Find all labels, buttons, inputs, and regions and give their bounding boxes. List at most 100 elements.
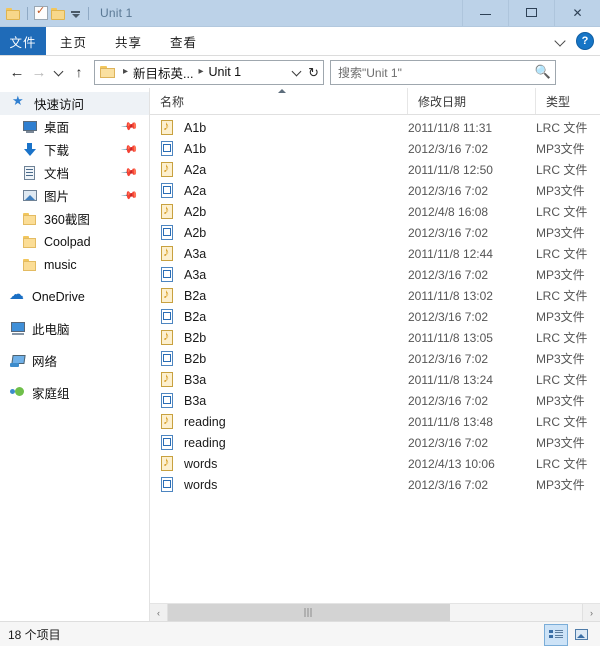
chevron-down-icon[interactable] [554, 34, 568, 48]
properties-icon[interactable] [34, 4, 48, 20]
table-row[interactable]: B2a 2011/11/8 13:02 LRC 文件 [150, 285, 600, 306]
help-icon[interactable]: ? [576, 32, 594, 50]
documents-icon [22, 165, 42, 181]
horizontal-scrollbar[interactable]: ‹ › [150, 603, 600, 621]
table-row[interactable]: words 2012/4/13 10:06 LRC 文件 [150, 453, 600, 474]
sidebar-item-this-pc[interactable]: 此电脑 [0, 317, 149, 340]
large-icons-view-icon[interactable] [570, 624, 594, 646]
column-header-name[interactable]: 名称 [150, 88, 408, 114]
tab-home[interactable]: 主页 [46, 27, 101, 55]
table-row[interactable]: B2b 2011/11/8 13:05 LRC 文件 [150, 327, 600, 348]
customize-caret-icon[interactable] [69, 7, 82, 20]
cloud-icon [9, 285, 30, 305]
breadcrumb-separator-1: ▸ [123, 66, 129, 77]
window-title: Unit 1 [100, 6, 133, 20]
sidebar-item-quick-access[interactable]: 快速访问 [0, 92, 149, 115]
file-date-cell: 2012/3/16 7:02 [408, 141, 489, 156]
minimize-button[interactable] [462, 0, 508, 26]
scrollbar-thumb[interactable] [168, 604, 450, 621]
table-row[interactable]: A1b 2012/3/16 7:02 MP3文件 [150, 138, 600, 159]
table-row[interactable]: A3a 2011/11/8 12:44 LRC 文件 [150, 243, 600, 264]
sidebar-item-label: 图片 [44, 190, 70, 204]
table-row[interactable]: reading 2011/11/8 13:48 LRC 文件 [150, 411, 600, 432]
pin-icon[interactable]: 📌 [121, 163, 140, 182]
status-bar: 18 个项目 [0, 621, 600, 646]
file-type-cell: LRC 文件 [536, 163, 588, 177]
mp3-file-icon [160, 224, 180, 241]
file-name-cell: B2b [150, 327, 408, 346]
search-input[interactable]: 搜索"Unit 1" [331, 64, 531, 81]
tab-share[interactable]: 共享 [101, 27, 156, 55]
navigation-pane: 快速访问 桌面 📌 下载 📌 文档 📌 图片 📌 [0, 88, 150, 621]
table-row[interactable]: A2b 2012/3/16 7:02 MP3文件 [150, 222, 600, 243]
folder-icon[interactable] [6, 7, 21, 20]
pin-icon[interactable]: 📌 [121, 140, 140, 159]
column-header-date[interactable]: 修改日期 [408, 88, 536, 114]
desktop-icon [22, 119, 42, 135]
file-name-label: A1b [184, 141, 207, 156]
sidebar-item-homegroup[interactable]: 家庭组 [0, 381, 149, 404]
pin-icon[interactable]: 📌 [121, 186, 140, 205]
pin-icon[interactable]: 📌 [121, 117, 140, 136]
table-row[interactable]: A2b 2012/4/8 16:08 LRC 文件 [150, 201, 600, 222]
file-date-cell: 2011/11/8 13:48 [408, 414, 493, 429]
forward-button[interactable]: → [28, 60, 50, 84]
sidebar-item-desktop[interactable]: 桌面 📌 [0, 115, 149, 138]
sidebar-item-coolpad[interactable]: Coolpad [0, 230, 149, 253]
sidebar-item-music[interactable]: music [0, 253, 149, 276]
search-icon[interactable]: 🔍 [531, 64, 555, 80]
back-icon: ← [9, 63, 25, 81]
file-type-cell: LRC 文件 [536, 457, 588, 471]
sidebar-item-label: OneDrive [32, 289, 85, 304]
table-row[interactable]: reading 2012/3/16 7:02 MP3文件 [150, 432, 600, 453]
address-dropdown-icon[interactable] [290, 63, 304, 81]
table-row[interactable]: A2a 2011/11/8 12:50 LRC 文件 [150, 159, 600, 180]
sidebar-item-network[interactable]: 网络 [0, 349, 149, 372]
maximize-button[interactable] [508, 0, 554, 26]
recent-locations-icon[interactable] [50, 60, 68, 84]
file-name-cell: A2a [150, 182, 408, 199]
folder-icon [22, 234, 42, 250]
file-date-cell: 2012/3/16 7:02 [408, 183, 489, 198]
column-header-row: 名称 修改日期 类型 [150, 88, 600, 115]
search-box[interactable]: 搜索"Unit 1" 🔍 [330, 59, 556, 85]
file-date-cell: 2011/11/8 13:24 [408, 372, 493, 387]
tab-view[interactable]: 查看 [156, 27, 211, 55]
scrollbar-track[interactable] [168, 604, 582, 621]
file-name-label: A2b [184, 225, 207, 240]
table-row[interactable]: A1b 2011/11/8 11:31 LRC 文件 [150, 117, 600, 138]
table-row[interactable]: B2a 2012/3/16 7:02 MP3文件 [150, 306, 600, 327]
sidebar-item-label: 此电脑 [32, 323, 70, 337]
table-row[interactable]: A2a 2012/3/16 7:02 MP3文件 [150, 180, 600, 201]
close-button[interactable] [554, 0, 600, 26]
lrc-file-icon [160, 117, 180, 136]
table-row[interactable]: B2b 2012/3/16 7:02 MP3文件 [150, 348, 600, 369]
up-button[interactable]: ↑ [68, 60, 90, 84]
breadcrumb-item-1[interactable]: Unit 1 [207, 65, 242, 79]
table-row[interactable]: words 2012/3/16 7:02 MP3文件 [150, 474, 600, 495]
scroll-left-button[interactable]: ‹ [150, 604, 168, 621]
table-row[interactable]: B3a 2012/3/16 7:02 MP3文件 [150, 390, 600, 411]
scroll-right-button[interactable]: › [582, 604, 600, 621]
sidebar-item-documents[interactable]: 文档 📌 [0, 161, 149, 184]
address-bar[interactable]: ▸ 新目标英... ▸ Unit 1 ↻ [94, 59, 324, 85]
column-header-type[interactable]: 类型 [536, 88, 596, 114]
back-button[interactable]: ← [6, 60, 28, 84]
file-name-cell: B2b [150, 350, 408, 367]
file-date-cell: 2011/11/8 13:02 [408, 288, 493, 303]
tab-file[interactable]: 文件 [0, 27, 46, 55]
file-type-cell: MP3文件 [536, 436, 585, 450]
new-folder-icon[interactable] [51, 7, 66, 20]
sidebar-item-downloads[interactable]: 下载 📌 [0, 138, 149, 161]
table-row[interactable]: B3a 2011/11/8 13:24 LRC 文件 [150, 369, 600, 390]
sidebar-item-pictures[interactable]: 图片 📌 [0, 184, 149, 207]
breadcrumb-item-0[interactable]: 新目标英... [132, 63, 194, 82]
file-name-label: words [184, 477, 218, 492]
sidebar-item-360screenshot[interactable]: 360截图 [0, 207, 149, 230]
details-view-icon[interactable] [544, 624, 568, 646]
refresh-icon[interactable]: ↻ [308, 66, 319, 79]
file-date-cell: 2012/3/16 7:02 [408, 477, 489, 492]
sidebar-item-onedrive[interactable]: OneDrive [0, 285, 149, 308]
table-row[interactable]: A3a 2012/3/16 7:02 MP3文件 [150, 264, 600, 285]
network-icon [10, 353, 30, 369]
